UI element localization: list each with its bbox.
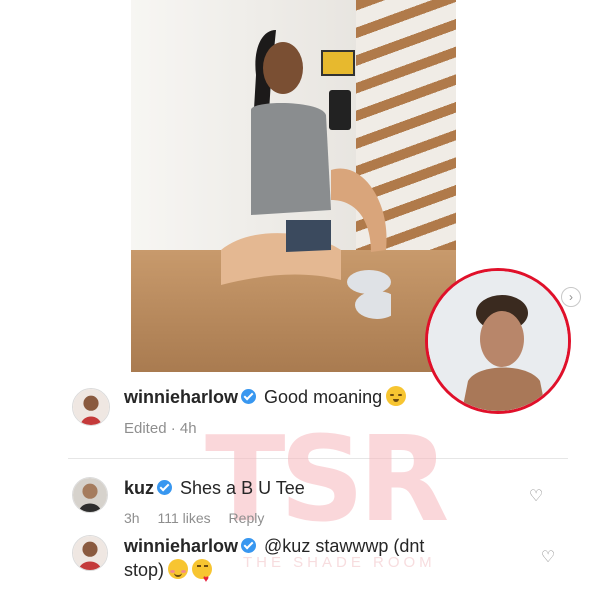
caption-text: Good moaning bbox=[264, 387, 383, 407]
caption-meta: Edited · 4h bbox=[124, 420, 197, 437]
heart-icon[interactable]: ♡ bbox=[540, 550, 556, 566]
sleepy-face-icon bbox=[386, 386, 407, 406]
divider bbox=[68, 458, 568, 459]
comment-username[interactable]: kuz bbox=[124, 478, 154, 498]
reply-button[interactable]: Reply bbox=[229, 510, 265, 526]
avatar[interactable] bbox=[72, 535, 108, 571]
comment-username[interactable]: winnieharlow bbox=[124, 536, 238, 556]
edited-label: Edited bbox=[124, 420, 167, 437]
caption-timestamp: 4h bbox=[179, 420, 197, 437]
comment-likes-count[interactable]: 111 likes bbox=[157, 510, 210, 526]
post-photo[interactable] bbox=[131, 0, 456, 372]
story-avatar-image bbox=[428, 271, 568, 411]
chevron-right-icon[interactable]: › bbox=[561, 287, 581, 307]
comment: winnieharlow @kuz stawwwp (dnt stop) bbox=[124, 534, 524, 592]
avatar[interactable] bbox=[72, 477, 108, 513]
comment-text: Shes a B U Tee bbox=[180, 478, 305, 498]
story-avatar-bubble[interactable] bbox=[425, 268, 571, 414]
caption-username[interactable]: winnieharlow bbox=[124, 387, 238, 407]
post-caption: winnieharlow Good moaning bbox=[124, 386, 444, 408]
verified-badge-icon bbox=[241, 538, 257, 553]
verified-badge-icon bbox=[157, 480, 173, 495]
comment-text-line1: @kuz stawwwp (dnt bbox=[264, 536, 425, 556]
comment-text-line2: stop) bbox=[124, 560, 165, 580]
avatar[interactable] bbox=[72, 388, 110, 426]
comment: kuz Shes a B U Tee bbox=[124, 476, 305, 500]
photo-person bbox=[221, 30, 391, 319]
comment-meta: 3h 111 likes Reply bbox=[124, 510, 278, 526]
heart-icon[interactable]: ♡ bbox=[528, 489, 544, 505]
smiling-face-icon bbox=[168, 559, 189, 579]
kissing-face-icon bbox=[192, 559, 213, 592]
verified-badge-icon bbox=[241, 389, 257, 404]
comment-timestamp: 3h bbox=[124, 510, 140, 526]
